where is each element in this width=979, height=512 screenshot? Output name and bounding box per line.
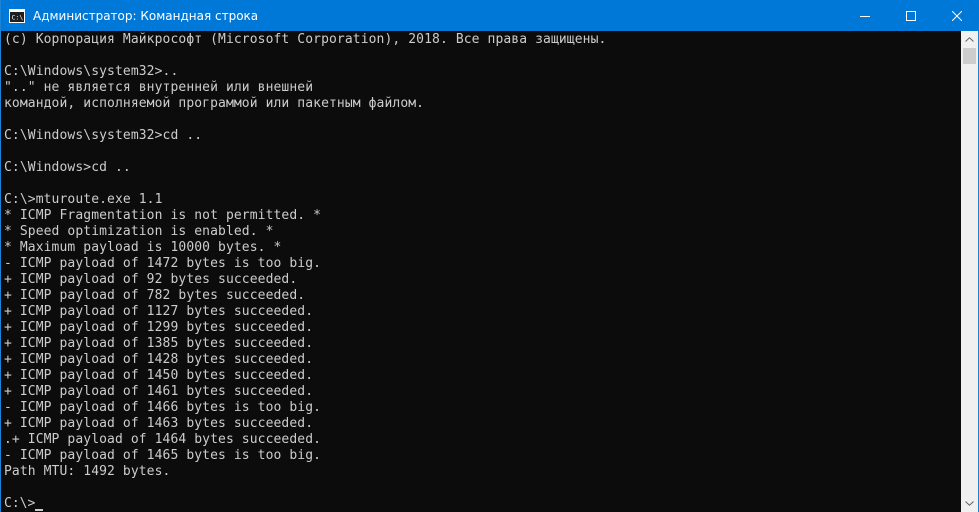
console-line: + ICMP payload of 782 bytes succeeded. — [4, 288, 306, 303]
scroll-thumb[interactable] — [963, 48, 976, 64]
console-lines: (c) Корпорация Майкрософт (Microsoft Cor… — [4, 32, 606, 512]
console-line: + ICMP payload of 1461 bytes succeeded. — [4, 384, 314, 399]
maximize-icon — [906, 10, 916, 21]
console-line: + ICMP payload of 92 bytes succeeded. — [4, 272, 298, 287]
console-line: - ICMP payload of 1472 bytes is too big. — [4, 256, 322, 271]
scroll-up-arrow-icon — [965, 37, 974, 42]
command-prompt-window: C:\ Администратор: Командная строка (c) … — [0, 0, 979, 512]
console-line: + ICMP payload of 1450 bytes succeeded. — [4, 368, 314, 383]
prompt-text: C:\> — [4, 496, 36, 511]
vertical-scrollbar[interactable] — [961, 31, 978, 512]
console-line: * Maximum payload is 10000 bytes. * — [4, 240, 282, 255]
scroll-up-button[interactable] — [961, 31, 978, 48]
console-line: + ICMP payload of 1463 bytes succeeded. — [4, 416, 314, 431]
scroll-down-button[interactable] — [961, 495, 978, 512]
caption-buttons — [842, 0, 979, 31]
console-line: - ICMP payload of 1465 bytes is too big. — [4, 448, 322, 463]
close-icon — [952, 10, 962, 21]
cmd-icon[interactable]: C:\ — [9, 8, 25, 24]
command-prompt-line[interactable]: C:\> — [4, 496, 606, 512]
title-bar[interactable]: C:\ Администратор: Командная строка — [1, 0, 979, 31]
console-line: C:\Windows\system32>cd .. — [4, 128, 203, 143]
console-line: - ICMP payload of 1466 bytes is too big. — [4, 400, 322, 415]
console-line: C:\>mturoute.exe 1.1 — [4, 192, 163, 207]
console-line: командой, исполняемой программой или пак… — [4, 96, 425, 111]
minimize-icon — [860, 15, 870, 17]
console-line: ".." не является внутренней или внешней — [4, 80, 314, 95]
console-line: + ICMP payload of 1428 bytes succeeded. — [4, 352, 314, 367]
close-button[interactable] — [934, 0, 979, 31]
console-line: C:\Windows\system32>.. — [4, 64, 179, 79]
window-title: Администратор: Командная строка — [33, 8, 259, 23]
console-line: * Speed optimization is enabled. * — [4, 224, 274, 239]
minimize-button[interactable] — [842, 0, 888, 31]
console-line: Path MTU: 1492 bytes. — [4, 464, 171, 479]
text-cursor — [35, 509, 44, 511]
svg-text:C:\: C:\ — [12, 13, 24, 21]
scroll-down-arrow-icon — [965, 501, 974, 506]
console-line: + ICMP payload of 1385 bytes succeeded. — [4, 336, 314, 351]
maximize-button[interactable] — [888, 0, 934, 31]
console-line: (c) Корпорация Майкрософт (Microsoft Cor… — [4, 32, 607, 47]
console-output[interactable]: (c) Корпорация Майкрософт (Microsoft Cor… — [1, 31, 962, 512]
console-line: .+ ICMP payload of 1464 bytes succeeded. — [4, 432, 322, 447]
console-line: + ICMP payload of 1299 bytes succeeded. — [4, 320, 314, 335]
console-line: C:\Windows>cd .. — [4, 160, 131, 175]
console-line: * ICMP Fragmentation is not permitted. * — [4, 208, 322, 223]
console-line: + ICMP payload of 1127 bytes succeeded. — [4, 304, 314, 319]
